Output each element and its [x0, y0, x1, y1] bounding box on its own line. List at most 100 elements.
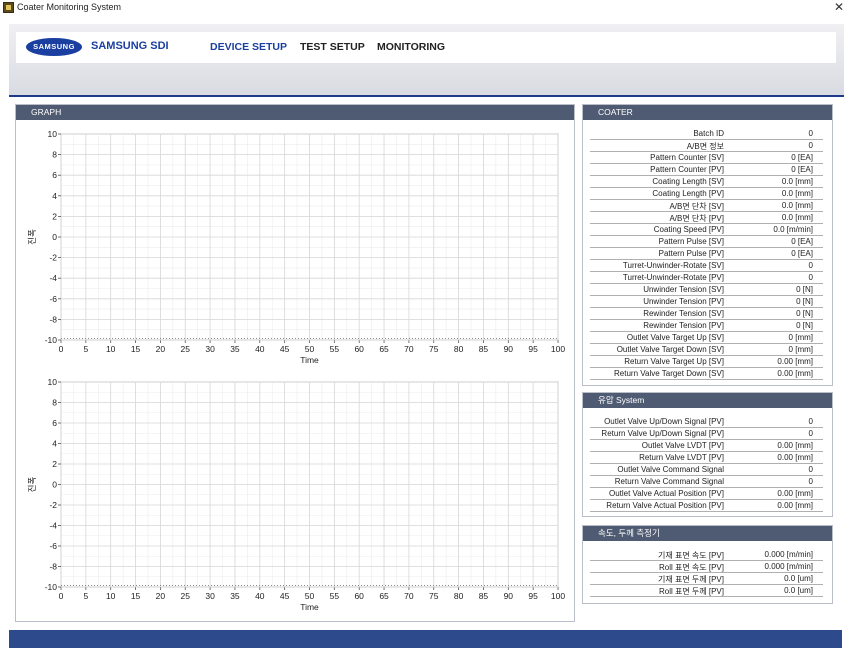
kv-label: Outlet Valve Up/Down Signal [PV]	[604, 417, 724, 426]
kv-label: Return Valve Up/Down Signal [PV]	[601, 429, 724, 438]
kv-label: Pattern Pulse [PV]	[658, 249, 724, 258]
kv-label: 기재 표면 속도 [PV]	[658, 551, 724, 560]
kv-value: 0	[808, 477, 813, 486]
menu-device-setup[interactable]: DEVICE SETUP	[210, 41, 287, 53]
kv-label: Pattern Counter [SV]	[650, 153, 724, 162]
x-tick-label: 55	[330, 591, 340, 601]
kv-value: 0	[808, 417, 813, 426]
y-axis-label: 진폭	[27, 477, 38, 493]
kv-label: Outlet Valve Actual Position [PV]	[608, 489, 724, 498]
kv-value: 0 [N]	[796, 297, 813, 306]
x-tick-label: 45	[280, 591, 290, 601]
kv-row: 기재 표면 속도 [PV] 0.000 [m/min]	[590, 549, 823, 561]
kv-value: 0.0 [um]	[784, 574, 813, 583]
kv-label: Roll 표면 두께 [PV]	[658, 587, 724, 596]
kv-value: 0 [N]	[796, 285, 813, 294]
graph-panel: GRAPH 0 5 10 15 20 25 30 35 40 45 50 55 60 65 70 75 80 85…	[15, 104, 575, 622]
kv-label: Outlet Valve Command Signal	[617, 465, 724, 474]
kv-value: 0 [EA]	[791, 237, 813, 246]
kv-row: Return Valve Target Down [SV] 0.00 [mm]	[590, 368, 823, 380]
x-tick-label: 40	[255, 591, 265, 601]
y-tick-label: 8	[52, 398, 57, 408]
kv-row: Outlet Valve Actual Position [PV] 0.00 [m…	[590, 488, 823, 500]
kv-value: 0 [N]	[796, 321, 813, 330]
hydraulic-panel: 유압 System Outlet Valve Up/Down Signal [P…	[582, 392, 833, 517]
kv-value: 0 [mm]	[788, 333, 813, 342]
kv-value: 0	[808, 429, 813, 438]
y-tick-label: -10	[45, 582, 58, 592]
kv-label: Batch ID	[693, 129, 724, 138]
samsung-logo-text: SAMSUNG	[33, 42, 75, 51]
kv-label: Outlet Valve Target Down [SV]	[616, 345, 724, 354]
kv-value: 0.000 [m/min]	[764, 550, 813, 559]
kv-value: 0.00 [mm]	[777, 441, 813, 450]
kv-label: Coating Length [SV]	[652, 177, 724, 186]
kv-row: Return Valve Actual Position [PV] 0.00 [m…	[590, 500, 823, 512]
kv-value: 0	[808, 273, 813, 282]
kv-label: Outlet Valve Target Up [SV]	[626, 333, 724, 342]
kv-row: Return Valve Command Signal 0	[590, 476, 823, 488]
y-tick-label: -6	[49, 541, 57, 551]
kv-label: Coating Length [PV]	[652, 189, 724, 198]
y-tick-label: 2	[52, 459, 57, 469]
kv-row: Outlet Valve Command Signal 0	[590, 464, 823, 476]
x-tick-label: 0	[59, 591, 64, 601]
kv-row: Pattern Pulse [SV] 0 [EA]	[590, 236, 823, 248]
kv-value: 0 [EA]	[791, 153, 813, 162]
app-icon	[3, 2, 14, 13]
kv-row: Return Valve LVDT [PV] 0.00 [mm]	[590, 452, 823, 464]
kv-value: 0.0 [um]	[784, 586, 813, 595]
kv-label: Pattern Counter [PV]	[650, 165, 724, 174]
y-tick-label: -8	[49, 562, 57, 572]
x-tick-label: 15	[131, 591, 141, 601]
kv-row: A/B면 단차 [SV] 0.0 [mm]	[590, 200, 823, 212]
x-tick-label: 95	[528, 591, 538, 601]
kv-value: 0.0 [mm]	[781, 177, 813, 186]
close-button[interactable]: ✕	[832, 0, 846, 16]
kv-row: Coating Length [PV] 0.0 [mm]	[590, 188, 823, 200]
kv-row: A/B면 단차 [PV] 0.0 [mm]	[590, 212, 823, 224]
samsung-logo: SAMSUNG	[26, 38, 82, 56]
speed-thickness-panel-title: 속도, 두께 측정기	[583, 526, 832, 541]
kv-label: Return Valve LVDT [PV]	[639, 453, 724, 462]
x-tick-label: 70	[404, 591, 414, 601]
x-tick-label: 10	[106, 591, 116, 601]
x-tick-label: 25	[181, 591, 191, 601]
x-tick-label: 75	[429, 591, 439, 601]
kv-label: Unwinder Tension [PV]	[643, 297, 724, 306]
kv-value: 0	[808, 141, 813, 150]
kv-row: A/B면 정보 0	[590, 140, 823, 152]
x-tick-label: 80	[454, 591, 464, 601]
x-tick-label: 35	[230, 591, 240, 601]
menu-test-setup[interactable]: TEST SETUP	[300, 41, 365, 53]
kv-label: Outlet Valve LVDT [PV]	[641, 441, 724, 450]
window-titlebar: Coater Monitoring System ✕	[0, 0, 850, 16]
x-tick-label: 60	[354, 591, 364, 601]
chart-2-svg: 0 5 10 15 20 25 30 35 40 45 50 55 60 65 70 75 80 85 90 95 10…	[27, 377, 565, 612]
speed-thickness-panel: 속도, 두께 측정기 기재 표면 속도 [PV] 0.000 [m/min] Rol…	[582, 525, 833, 604]
menu-monitoring[interactable]: MONITORING	[377, 41, 445, 53]
kv-label: Turret-Unwinder-Rotate [PV]	[622, 273, 724, 282]
kv-row: Outlet Valve LVDT [PV] 0.00 [mm]	[590, 440, 823, 452]
kv-label: Return Valve Command Signal	[614, 477, 724, 486]
x-tick-label: 5	[83, 591, 88, 601]
kv-row: Batch ID 0	[590, 128, 823, 140]
kv-row: Rewinder Tension [PV] 0 [N]	[590, 320, 823, 332]
close-icon: ✕	[833, 0, 845, 14]
kv-value: 0.00 [mm]	[777, 453, 813, 462]
footer-bar	[9, 630, 842, 648]
kv-row: Roll 표면 두께 [PV] 0.0 [um]	[590, 585, 823, 597]
kv-value: 0.00 [mm]	[777, 357, 813, 366]
y-tick-label: -4	[49, 521, 57, 531]
kv-label: Rewinder Tension [SV]	[643, 309, 724, 318]
x-tick-label: 30	[205, 591, 215, 601]
hydraulic-panel-title: 유압 System	[583, 393, 832, 408]
kv-row: Pattern Counter [PV] 0 [EA]	[590, 164, 823, 176]
kv-label: 기재 표면 두께 [PV]	[658, 575, 724, 584]
kv-label: Coating Speed [PV]	[653, 225, 724, 234]
y-tick-label: 4	[52, 439, 57, 449]
kv-row: Unwinder Tension [SV] 0 [N]	[590, 284, 823, 296]
y-tick-label: 10	[48, 377, 58, 387]
kv-label: Roll 표면 속도 [PV]	[658, 563, 724, 572]
kv-value: 0	[808, 129, 813, 138]
